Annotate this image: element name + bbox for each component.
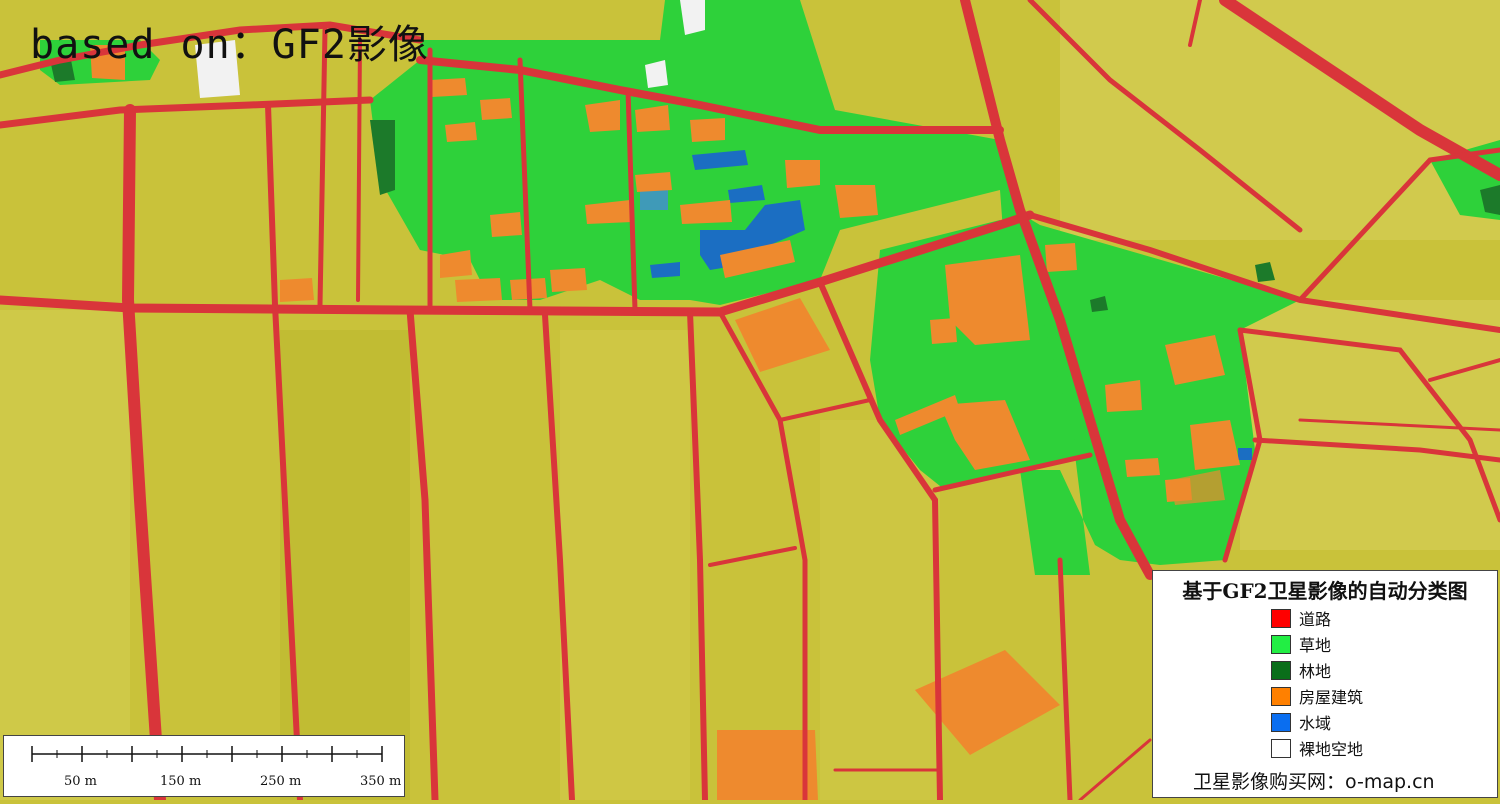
scale-label-150m: 150 m: [160, 774, 202, 789]
legend-label-bare-land: 裸地空地: [1299, 740, 1364, 759]
legend-panel: 基于GF2卫星影像的自动分类图 道路 草地 林地 房屋建筑 水域 裸地空地 卫星…: [1152, 570, 1498, 798]
legend-swatch-road: [1271, 608, 1291, 628]
watermark-text: based on：GF2影像: [30, 22, 429, 68]
legend-swatch-bare-land: [1271, 738, 1291, 758]
legend-label-forest: 林地: [1299, 662, 1332, 681]
legend-swatch-grassland: [1271, 634, 1291, 654]
legend-item-road: 道路: [1271, 607, 1331, 629]
legend-swatch-water: [1271, 712, 1291, 732]
legend-item-forest: 林地: [1271, 659, 1331, 681]
legend-swatch-building: [1271, 686, 1291, 706]
scale-bar: 50 m 150 m 250 m 350 m: [3, 735, 405, 797]
legend-title: 基于GF2卫星影像的自动分类图: [1182, 579, 1468, 603]
legend-item-water: 水域: [1271, 711, 1331, 733]
legend-item-grassland: 草地: [1271, 633, 1331, 655]
scale-label-250m: 250 m: [260, 774, 302, 789]
scale-label-50m: 50 m: [64, 774, 98, 789]
legend-swatch-forest: [1271, 660, 1291, 680]
legend-label-building: 房屋建筑: [1299, 688, 1364, 707]
legend-item-bare-land: 裸地空地: [1271, 737, 1363, 759]
legend-footer-source: 卫星影像购买网：o-map.cn: [1193, 771, 1435, 793]
legend-label-grassland: 草地: [1299, 636, 1332, 655]
legend-item-building: 房屋建筑: [1271, 685, 1363, 707]
scale-label-350m: 350 m: [360, 774, 402, 789]
legend-label-road: 道路: [1299, 610, 1332, 629]
legend-label-water: 水域: [1299, 714, 1332, 733]
